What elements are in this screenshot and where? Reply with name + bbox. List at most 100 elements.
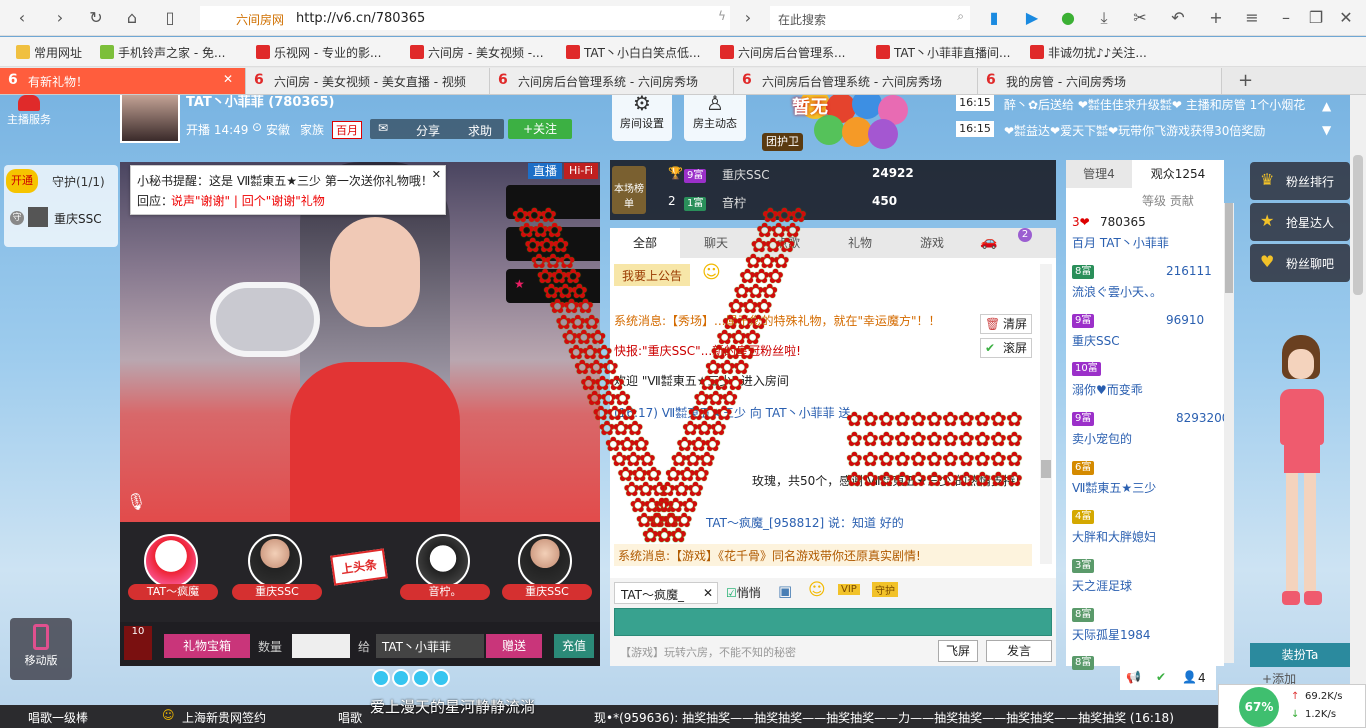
user-name[interactable]: 大胖和大胖媳妇 — [1072, 528, 1156, 545]
undo-icon[interactable]: ↶ — [1168, 8, 1188, 28]
emoji-icon[interactable]: ☺ — [808, 580, 826, 600]
network-widget[interactable]: 67% ↑ 69.2K/s ↓ 1.2K/s — [1218, 684, 1366, 728]
host-avatar[interactable] — [120, 95, 180, 143]
user-icon[interactable]: 👤 — [1182, 670, 1197, 684]
back-icon[interactable]: ‹ — [12, 8, 32, 28]
minimize-icon[interactable]: – — [1276, 8, 1296, 28]
bookmark-tat-white[interactable]: TAT丶小白白笑点低... — [566, 44, 700, 61]
mail-icon[interactable]: ✉ — [378, 121, 388, 135]
tab-meinv[interactable]: 6 六间房 - 美女视频 - 美女直播 - 视频 — [246, 68, 490, 94]
audience-avatar[interactable] — [416, 534, 470, 588]
ticker-sing[interactable]: 唱歌 — [338, 709, 362, 726]
chat-tab-song[interactable]: 点歌 — [752, 228, 824, 258]
download-icon[interactable]: ⤓ — [1094, 8, 1114, 28]
user-name[interactable]: 百月 TAT丶小菲菲 — [1072, 234, 1169, 251]
recipient-select[interactable]: TAT丶小菲菲 — [376, 634, 484, 658]
recharge-button[interactable]: 充值 — [554, 634, 594, 658]
bookmark-fcwr[interactable]: 非诚勿扰♪♪关注... — [1030, 44, 1147, 61]
host-dynamics-button[interactable]: ♙ 房主动态 — [684, 95, 746, 141]
notice-up-icon[interactable]: ▲ — [1322, 99, 1331, 113]
video-side-btn-2[interactable] — [506, 227, 600, 261]
tab-admin-1[interactable]: 6 六间房后台管理系统 - 六间房秀场 — [490, 68, 734, 94]
send-gift-button[interactable]: 赠送 — [486, 634, 542, 658]
star-grab-button[interactable]: ★ 抢星达人 — [1250, 203, 1350, 241]
close-icon[interactable]: ✕ — [703, 586, 713, 600]
user-name[interactable]: Ⅶ㍿東五★三少 — [1072, 479, 1156, 496]
reply-link[interactable]: 说声"谢谢" | 回个"谢谢"礼物 — [171, 192, 325, 209]
mic-icon[interactable]: 🎙 — [126, 492, 146, 511]
clear-screen-button[interactable]: 🗑 清屏 — [980, 314, 1032, 334]
notice-down-icon[interactable]: ▼ — [1322, 123, 1331, 137]
bookmark-common[interactable]: 常用网址 — [16, 44, 82, 61]
new-tab-plus-icon[interactable]: + — [1238, 70, 1253, 91]
video-side-btn-1[interactable] — [506, 185, 600, 219]
pager-dot[interactable] — [372, 669, 390, 687]
fan-chat-button[interactable]: ♥ 粉丝聊吧 — [1250, 244, 1350, 282]
quantity-input[interactable] — [292, 634, 350, 658]
user-list-scrollbar-thumb[interactable] — [1225, 203, 1233, 293]
search-box[interactable]: 在此搜索 ⌕ — [770, 6, 970, 30]
vip-icon[interactable]: VIP — [838, 584, 860, 595]
tab-admin-2[interactable]: 6 六间房后台管理系统 - 六间房秀场 — [734, 68, 978, 94]
search-icon[interactable]: ⌕ — [957, 9, 964, 24]
mobile-version-button[interactable]: 移动版 — [10, 618, 72, 680]
new-tab-icon[interactable]: + — [1206, 8, 1226, 28]
room-settings-button[interactable]: ⚙ 房间设置 — [612, 95, 672, 141]
chat-tab-game[interactable]: 游戏 — [896, 228, 968, 258]
bookmark-letv[interactable]: 乐视网 - 专业的影... — [256, 44, 381, 61]
check-circle-icon[interactable]: ✔ — [1156, 670, 1166, 684]
chat-scrollbar[interactable] — [1040, 264, 1052, 564]
page-scrollbar-thumb[interactable] — [1353, 155, 1363, 295]
close-icon[interactable]: ✕ — [1336, 8, 1356, 28]
dropdown-icon[interactable]: › — [738, 8, 758, 28]
tab-new-gift[interactable]: 6 有新礼物！ ✕ — [0, 68, 246, 94]
ticker-song[interactable]: 唱歌一级棒 — [28, 709, 88, 726]
dress-up-button[interactable]: 装扮Ta — [1250, 643, 1350, 667]
tab-my-admin[interactable]: 6 我的房管 - 六间房秀场 — [978, 68, 1222, 94]
audience-tab[interactable]: 观众1254 — [1132, 160, 1224, 188]
ranking-name[interactable]: 音柠 — [722, 194, 746, 211]
image-icon[interactable]: ▣ — [778, 582, 792, 600]
chat-tab-chat[interactable]: 聊天 — [680, 228, 752, 258]
chat-scrollbar-thumb[interactable] — [1041, 460, 1051, 478]
scroll-screen-button[interactable]: ✔ 滚屏 — [980, 338, 1032, 358]
chat-target-select[interactable]: TAT〜疯魔_ ✕ — [614, 582, 718, 604]
reader-icon[interactable]: ▯ — [160, 8, 180, 28]
scissors-icon[interactable]: ✂ — [1130, 8, 1150, 28]
guard-flag[interactable]: 团护卫 — [762, 133, 803, 151]
chat-tab-all[interactable]: 全部 — [610, 228, 680, 258]
user-name[interactable]: 天之涯足球 — [1072, 577, 1132, 594]
address-bar[interactable]: 六间房网 http://v6.cn/780365 ϟ — [200, 6, 730, 30]
ranking-name[interactable]: 重庆SSC — [722, 166, 770, 183]
gift-count-badge[interactable]: 10 — [124, 626, 152, 660]
user-list-scrollbar[interactable] — [1224, 203, 1234, 663]
pager-dot[interactable] — [392, 669, 410, 687]
chat-icon[interactable]: ● — [1058, 8, 1078, 28]
forward-icon[interactable]: › — [50, 8, 70, 28]
phone-icon[interactable]: ▮ — [984, 8, 1004, 28]
bookmark-admin[interactable]: 六间房后台管理系... — [720, 44, 845, 61]
headline-button[interactable]: 上头条 — [330, 548, 388, 586]
chat-message-input[interactable] — [614, 608, 1052, 636]
follow-button[interactable]: +关注 — [508, 119, 572, 139]
announce-button[interactable]: 我要上公告 — [614, 264, 691, 286]
user-name[interactable]: 卖小宠包的 — [1072, 430, 1132, 447]
admin-tab[interactable]: 管理4 — [1066, 160, 1132, 188]
help-button[interactable]: 求助 — [468, 122, 492, 139]
bookmark-6room[interactable]: 六间房 - 美女视频 -... — [410, 44, 544, 61]
fly-screen-button[interactable]: 飞屏 — [938, 640, 978, 662]
audience-avatar[interactable] — [518, 534, 572, 588]
guard-member-avatar[interactable] — [28, 207, 48, 227]
megaphone-icon[interactable]: 📢 — [1126, 670, 1141, 684]
tab-close-icon[interactable]: ✕ — [223, 72, 233, 86]
audience-avatar[interactable] — [248, 534, 302, 588]
user-name[interactable]: 重庆SSC — [1072, 332, 1120, 349]
chat-ad-text[interactable]: 【游戏】玩转六房，不能不知的秘密 — [620, 644, 796, 660]
user-name[interactable]: 溺你♥而变乖 — [1072, 381, 1143, 398]
host-service[interactable]: 主播服务 — [4, 95, 54, 127]
pager-dot[interactable] — [432, 669, 450, 687]
fan-ranking-button[interactable]: ♛ 粉丝排行 — [1250, 162, 1350, 200]
page-scrollbar[interactable] — [1350, 95, 1366, 705]
gift-box-button[interactable]: 礼物宝箱 — [164, 634, 250, 658]
audience-avatar[interactable] — [144, 534, 198, 588]
